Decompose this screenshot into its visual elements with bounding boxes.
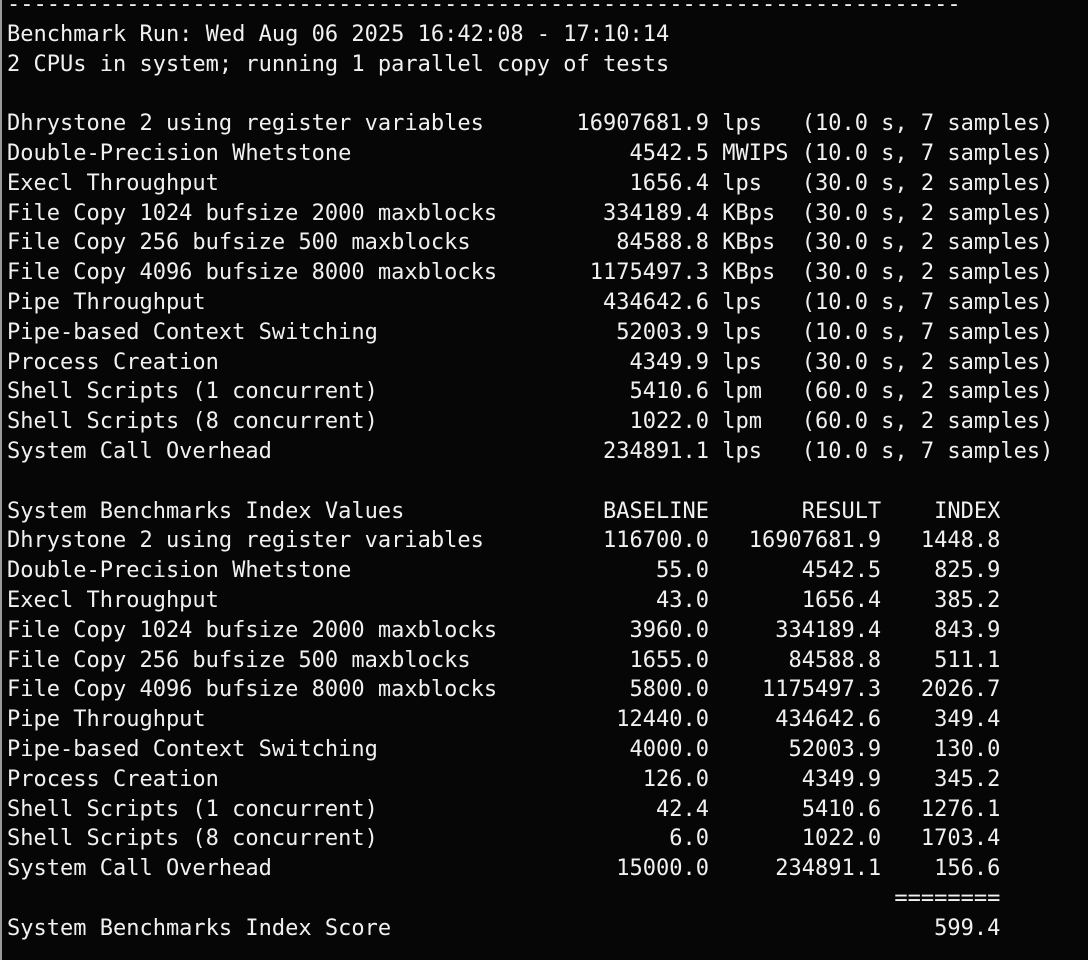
index-row: Shell Scripts (1 concurrent) 42.4 5410.6… [7, 796, 1001, 822]
index-row: Dhrystone 2 using register variables 116… [7, 528, 1001, 554]
result-line: Double-Precision Whetstone 4542.5 MWIPS … [7, 140, 1054, 166]
index-row: System Call Overhead 15000.0 234891.1 15… [7, 856, 1001, 882]
index-row: Shell Scripts (8 concurrent) 6.0 1022.0 … [7, 826, 1001, 852]
cpu-info-line: 2 CPUs in system; running 1 parallel cop… [7, 51, 670, 77]
index-score-line: System Benchmarks Index Score 599.4 [7, 915, 1001, 941]
index-score-rule: ======== [7, 885, 1001, 911]
result-line: Shell Scripts (1 concurrent) 5410.6 lpm … [7, 379, 1054, 405]
index-row: Pipe Throughput 12440.0 434642.6 349.4 [7, 707, 1001, 733]
result-line: Pipe-based Context Switching 52003.9 lps… [7, 319, 1054, 345]
index-row: File Copy 256 bufsize 500 maxblocks 1655… [7, 647, 1001, 673]
results-section: Dhrystone 2 using register variables 169… [7, 109, 1053, 467]
result-line: Pipe Throughput 434642.6 lps (10.0 s, 7 … [7, 289, 1054, 315]
result-line: File Copy 1024 bufsize 2000 maxblocks 33… [7, 200, 1054, 226]
index-table-header: System Benchmarks Index Values BASELINE … [7, 498, 1001, 524]
result-line: System Call Overhead 234891.1 lps (10.0 … [7, 438, 1054, 464]
index-row: File Copy 1024 bufsize 2000 maxblocks 39… [7, 617, 1001, 643]
index-row: Double-Precision Whetstone 55.0 4542.5 8… [7, 558, 1001, 584]
result-line: Shell Scripts (8 concurrent) 1022.0 lpm … [7, 409, 1054, 435]
result-line: File Copy 256 bufsize 500 maxblocks 8458… [7, 230, 1054, 256]
terminal-window[interactable]: ----------------------------------------… [0, 0, 1088, 960]
benchmark-run-line: Benchmark Run: Wed Aug 06 2025 16:42:08 … [7, 21, 670, 47]
result-line: Dhrystone 2 using register variables 169… [7, 111, 1054, 137]
index-row: Execl Throughput 43.0 1656.4 385.2 [7, 587, 1001, 613]
index-row: File Copy 4096 bufsize 8000 maxblocks 58… [7, 677, 1001, 703]
benchmark-report: ----------------------------------------… [7, 0, 1053, 944]
result-line: Process Creation 4349.9 lps (30.0 s, 2 s… [7, 349, 1054, 375]
separator-line: ----------------------------------------… [7, 0, 961, 17]
index-row: Pipe-based Context Switching 4000.0 5200… [7, 736, 1001, 762]
result-line: File Copy 4096 bufsize 8000 maxblocks 11… [7, 260, 1054, 286]
index-row: Process Creation 126.0 4349.9 345.2 [7, 766, 1001, 792]
result-line: Execl Throughput 1656.4 lps (30.0 s, 2 s… [7, 170, 1054, 196]
index-table-rows: Dhrystone 2 using register variables 116… [7, 526, 1053, 884]
